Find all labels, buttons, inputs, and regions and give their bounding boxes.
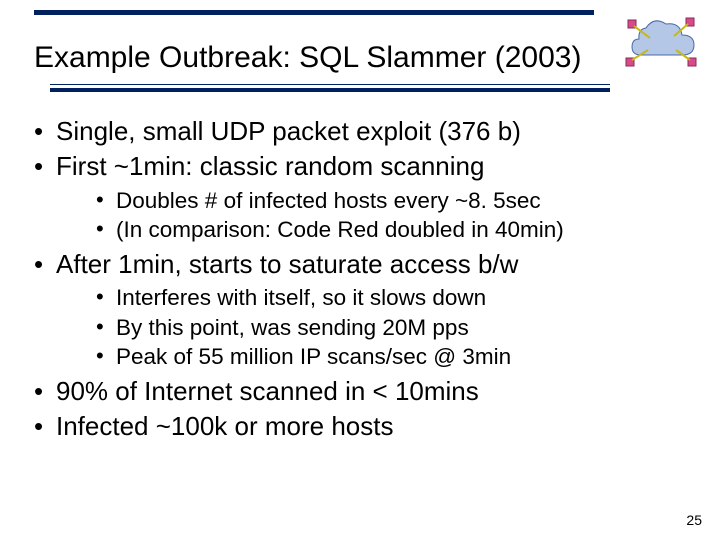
bullet-text: (In comparison: Code Red doubled in 40mi… — [116, 217, 564, 242]
list-item: Single, small UDP packet exploit (376 b) — [34, 115, 690, 148]
sub-list: Interferes with itself, so it slows down… — [56, 283, 690, 371]
bullet-text: First ~1min: classic random scanning — [56, 151, 484, 181]
content-area: Single, small UDP packet exploit (376 b)… — [34, 115, 690, 446]
bullet-text: After 1min, starts to saturate access b/… — [56, 249, 518, 279]
bullet-text: Single, small UDP packet exploit (376 b) — [56, 116, 521, 146]
bullet-list: Single, small UDP packet exploit (376 b)… — [34, 115, 690, 444]
bullet-text: By this point, was sending 20M pps — [116, 315, 469, 340]
decorative-rule — [50, 88, 610, 92]
list-item: By this point, was sending 20M pps — [96, 313, 690, 342]
slide-title: Example Outbreak: SQL Slammer (2003) — [34, 22, 700, 76]
list-item: First ~1min: classic random scanning Dou… — [34, 150, 690, 244]
bullet-text: Peak of 55 million IP scans/sec @ 3min — [116, 344, 511, 369]
decorative-rule — [34, 14, 594, 15]
sub-list: Doubles # of infected hosts every ~8. 5s… — [56, 186, 690, 245]
decorative-rule — [50, 84, 610, 85]
list-item: Infected ~100k or more hosts — [34, 410, 690, 443]
list-item: 90% of Internet scanned in < 10mins — [34, 375, 690, 408]
list-item: Interferes with itself, so it slows down — [96, 283, 690, 312]
list-item: Peak of 55 million IP scans/sec @ 3min — [96, 342, 690, 371]
slide: Example Outbreak: SQL Slammer (2003) Sin… — [0, 0, 720, 540]
network-cloud-icon — [624, 14, 702, 72]
page-number: 25 — [686, 512, 702, 528]
list-item: Doubles # of infected hosts every ~8. 5s… — [96, 186, 690, 215]
list-item: (In comparison: Code Red doubled in 40mi… — [96, 215, 690, 244]
bullet-text: Doubles # of infected hosts every ~8. 5s… — [116, 188, 541, 213]
bullet-text: 90% of Internet scanned in < 10mins — [56, 376, 479, 406]
bullet-text: Interferes with itself, so it slows down — [116, 285, 486, 310]
bullet-text: Infected ~100k or more hosts — [56, 411, 393, 441]
list-item: After 1min, starts to saturate access b/… — [34, 248, 690, 371]
